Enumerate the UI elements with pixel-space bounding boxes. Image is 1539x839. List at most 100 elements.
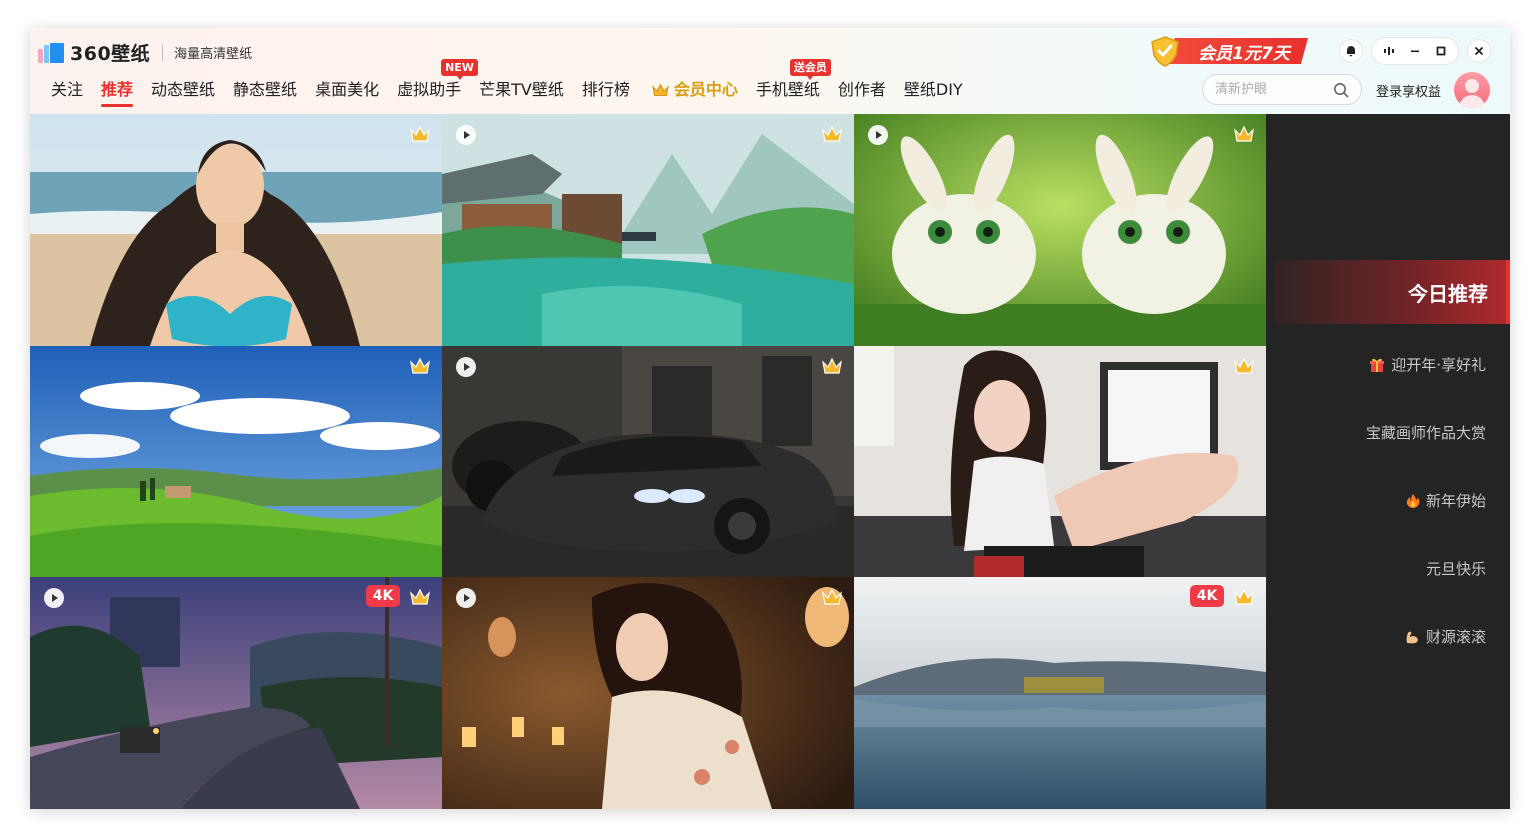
wallpaper-tile-lantern-girl[interactable] — [442, 577, 854, 809]
wallpaper-thumbnail — [854, 114, 1266, 346]
wallpaper-thumbnail — [30, 114, 442, 346]
topic-artist-works[interactable]: 宝藏画师作品大赏 — [1366, 422, 1486, 443]
nav-desktop-label: 桌面美化 — [315, 80, 380, 99]
new-badge: NEW — [441, 59, 478, 80]
wallpaper-tile-hills-landscape[interactable] — [30, 346, 442, 577]
vip-promo-label: 会员1元7天 — [1166, 38, 1308, 64]
search-icon[interactable] — [1333, 82, 1349, 98]
nav-dynamic-label: 动态壁纸 — [151, 80, 216, 99]
play-icon — [456, 125, 476, 145]
settings-button[interactable] — [1378, 40, 1400, 62]
search-input[interactable] — [1215, 82, 1325, 97]
vip-shield-icon — [1151, 36, 1179, 67]
minimize-button[interactable] — [1404, 40, 1426, 62]
vip-crown-icon — [1234, 125, 1254, 142]
wallpaper-tile-girl-window[interactable] — [854, 346, 1266, 577]
play-icon — [456, 588, 476, 608]
crown-icon — [652, 83, 669, 96]
today-recommend-tab[interactable]: 今日推荐 — [1274, 260, 1510, 324]
wallpaper-thumbnail — [854, 346, 1266, 577]
logo-divider — [162, 44, 164, 61]
avatar[interactable] — [1454, 72, 1490, 108]
wallpaper-thumbnail — [30, 346, 442, 577]
vip-crown-icon — [1234, 357, 1254, 374]
play-icon — [868, 125, 888, 145]
bell-icon — [1347, 46, 1355, 57]
nav-ranking-label: 排行榜 — [581, 80, 630, 99]
nav-recommend[interactable]: 推荐 — [101, 78, 134, 107]
nav-static-label: 静态壁纸 — [233, 80, 298, 99]
wallpaper-thumbnail — [854, 577, 1266, 809]
nav-creator[interactable]: 创作者 — [838, 78, 886, 102]
nav-diy-label: 壁纸DIY — [903, 80, 963, 99]
topic-label: 宝藏画师作品大赏 — [1365, 424, 1486, 442]
nav-recommend-label: 推荐 — [101, 80, 134, 99]
maximize-icon — [1436, 46, 1446, 56]
vip-crown-icon — [822, 588, 842, 605]
topic-new-year-gift[interactable]: 迎开年·享好礼 — [1369, 354, 1486, 375]
skin-button[interactable] — [1340, 40, 1362, 62]
today-recommend-label: 今日推荐 — [1408, 281, 1488, 306]
topic-new-year-start[interactable]: 新年伊始 — [1406, 490, 1486, 511]
topic-label: 财源滚滚 — [1425, 628, 1486, 646]
wallpaper-tile-beach-girl[interactable] — [30, 114, 442, 346]
main-nav: 关注 推荐 动态壁纸 静态壁纸 桌面美化 NEW 虚拟助手 芒果TV壁纸 排行榜… — [51, 59, 981, 107]
gift-icon — [1370, 358, 1385, 372]
nav-vip-center-label: 会员中心 — [673, 80, 738, 99]
nav-diy[interactable]: 壁纸DIY — [904, 78, 963, 102]
wallpaper-thumbnail — [442, 114, 854, 346]
close-button[interactable] — [1468, 40, 1490, 62]
wallpaper-tile-river-village[interactable] — [442, 114, 854, 346]
login-link[interactable]: 登录享权益 — [1376, 81, 1441, 100]
wallpaper-thumbnail — [442, 577, 854, 809]
nav-mango-tv-label: 芒果TV壁纸 — [479, 80, 564, 99]
nav-follow[interactable]: 关注 — [51, 78, 83, 102]
vip-crown-icon — [410, 357, 430, 374]
nav-vip-center[interactable]: 会员中心 — [652, 78, 738, 102]
vip-promo-button[interactable]: 会员1元7天 — [1148, 35, 1308, 67]
nav-follow-label: 关注 — [51, 80, 84, 99]
vip-crown-icon — [822, 357, 842, 374]
wallpaper-tile-bunnies[interactable] — [854, 114, 1266, 346]
app-window: 360壁纸 海量高清壁纸 会员1元7天 关注 推荐 动态壁纸 静态壁纸 桌面美化… — [30, 28, 1510, 809]
vip-crown-icon — [410, 588, 430, 605]
nav-phone-wallpaper-label: 手机壁纸 — [755, 80, 820, 99]
nav-assistant[interactable]: NEW 虚拟助手 — [397, 59, 478, 102]
fire-icon — [1406, 493, 1420, 508]
topic-label: 新年伊始 — [1425, 492, 1486, 510]
window-button-group — [1372, 38, 1458, 64]
nav-desktop[interactable]: 桌面美化 — [315, 78, 379, 102]
nav-static[interactable]: 静态壁纸 — [233, 78, 297, 102]
nav-mango-tv[interactable]: 芒果TV壁纸 — [479, 78, 564, 102]
nav-phone-wallpaper[interactable]: 送会员 手机壁纸 — [755, 59, 831, 102]
logo-text: 360壁纸 — [70, 43, 151, 65]
topic-sidebar: 今日推荐 迎开年·享好礼 宝藏画师作品大赏 新年伊始 元旦快乐 财源滚滚 — [1266, 114, 1510, 809]
nav-assistant-label: 虚拟助手 — [397, 80, 462, 99]
app-slogan: 海量高清壁纸 — [174, 47, 253, 62]
wallpaper-tile-lake-view[interactable]: 4K — [854, 577, 1266, 809]
nav-ranking[interactable]: 排行榜 — [582, 78, 630, 102]
maximize-button[interactable] — [1430, 40, 1452, 62]
play-icon — [456, 357, 476, 377]
topic-wealth[interactable]: 财源滚滚 — [1404, 626, 1486, 647]
nav-dynamic[interactable]: 动态壁纸 — [151, 78, 215, 102]
wallpaper-thumbnail — [442, 346, 854, 577]
wallpaper-grid: 4K 4K — [30, 114, 1266, 809]
gift-vip-badge: 送会员 — [789, 59, 831, 80]
topic-happy-new-year[interactable]: 元旦快乐 — [1426, 558, 1486, 579]
vip-crown-icon — [410, 125, 430, 142]
wallpaper-thumbnail — [30, 577, 442, 809]
search-box — [1202, 74, 1362, 105]
vip-crown-icon — [1234, 588, 1254, 605]
topic-label: 迎开年·享好礼 — [1391, 356, 1486, 374]
wallpaper-tile-night-road[interactable]: 4K — [30, 577, 442, 809]
vip-crown-icon — [822, 125, 842, 142]
logo-mark-icon — [38, 42, 66, 63]
title-bar: 360壁纸 海量高清壁纸 会员1元7天 关注 推荐 动态壁纸 静态壁纸 桌面美化… — [30, 28, 1510, 114]
muscle-icon — [1406, 631, 1418, 643]
app-logo[interactable]: 360壁纸 海量高清壁纸 — [38, 39, 252, 66]
play-icon — [44, 588, 64, 608]
audio-bars-icon — [1384, 47, 1394, 55]
topic-label: 元旦快乐 — [1425, 560, 1486, 578]
wallpaper-tile-black-car[interactable] — [442, 346, 854, 577]
